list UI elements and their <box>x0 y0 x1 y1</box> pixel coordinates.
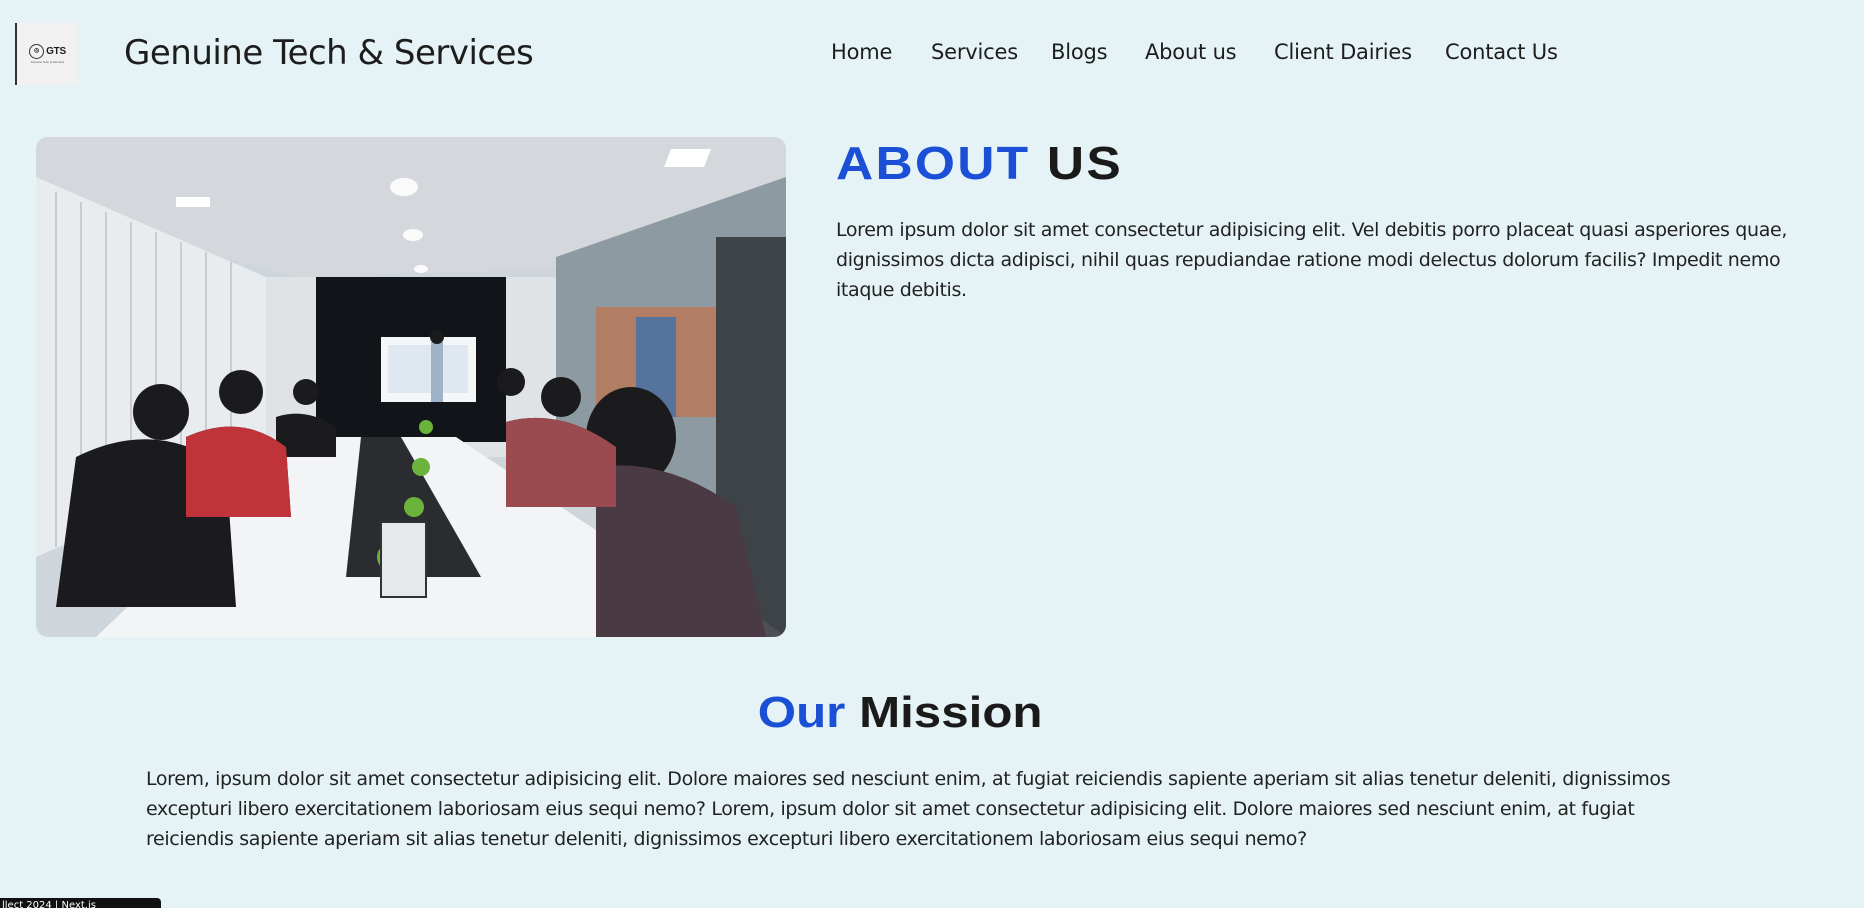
about-title-accent: ABOUT <box>836 137 1031 189</box>
mission-title-accent: Our <box>757 688 846 737</box>
meeting-room-photo <box>36 137 786 637</box>
footer-badge: llect 2024 | Next.js <box>0 898 161 908</box>
site-header: ◎ GTS Genuine Tech & Services Genuine Te… <box>0 0 1864 112</box>
mission-title: Our Mission <box>0 688 1864 738</box>
nav-about-us[interactable]: About us <box>1145 40 1237 64</box>
mission-description: Lorem, ipsum dolor sit amet consectetur … <box>146 768 1671 850</box>
about-title-rest: US <box>1046 137 1123 189</box>
nav-home[interactable]: Home <box>831 40 892 64</box>
about-title: ABOUT US <box>836 136 1123 190</box>
nav-client-dairies[interactable]: Client Dairies <box>1274 40 1412 64</box>
main-nav: Home Services Blogs About us Client Dair… <box>0 40 1864 70</box>
nav-blogs[interactable]: Blogs <box>1051 40 1108 64</box>
nav-contact-us[interactable]: Contact Us <box>1445 40 1558 64</box>
mission-title-rest: Mission <box>858 688 1043 737</box>
about-description: Lorem ipsum dolor sit amet consectetur a… <box>836 219 1788 301</box>
nav-services[interactable]: Services <box>931 40 1018 64</box>
